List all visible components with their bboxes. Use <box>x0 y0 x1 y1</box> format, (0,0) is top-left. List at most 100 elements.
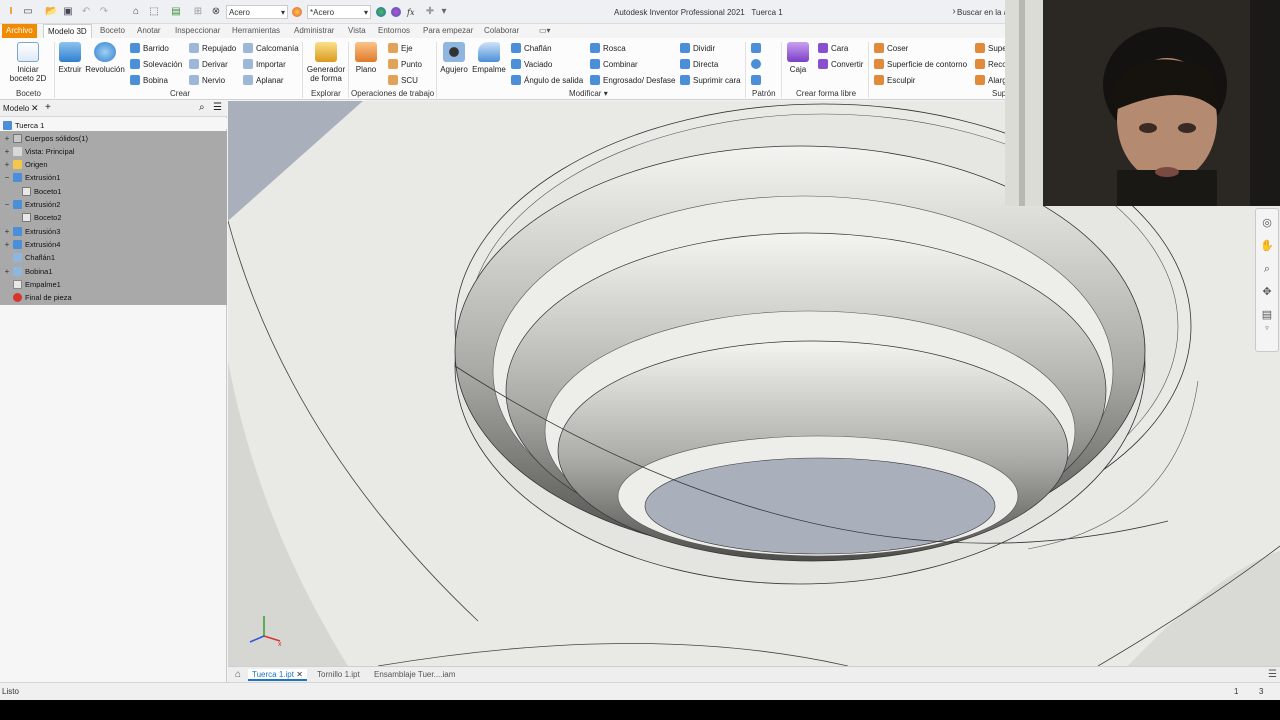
start-sketch-button[interactable]: Iniciar boceto 2D <box>8 40 48 83</box>
surface-button-3[interactable]: Alarg <box>975 75 1007 85</box>
chamfer-button[interactable]: Chaflán <box>511 43 552 53</box>
tree-item-extrusion3[interactable]: + Extrusión3 <box>3 225 60 238</box>
save-icon[interactable]: ▣ <box>62 5 74 19</box>
tree-item-fillet1[interactable]: Empalme1 <box>13 278 61 291</box>
tab-para-empezar[interactable]: Para empezar <box>419 24 477 38</box>
circular-pattern-icon[interactable] <box>751 59 764 69</box>
expand-icon[interactable]: + <box>3 225 11 238</box>
shell-button[interactable]: Vaciado <box>511 59 552 69</box>
surface-button-1[interactable]: Supe <box>975 43 1007 53</box>
doc-tab-tuerca[interactable]: Tuerca 1.ipt ✕ <box>248 669 307 681</box>
point-button[interactable]: Punto <box>388 59 422 69</box>
shape-generator-button[interactable]: Generador de forma <box>305 40 347 83</box>
expand-icon[interactable]: + <box>3 132 11 145</box>
derive-button[interactable]: Derivar <box>189 59 228 69</box>
navbar-options-icon[interactable]: ▿ <box>1256 324 1278 332</box>
measure-icon[interactable]: ⊞ <box>192 5 204 19</box>
stitch-button[interactable]: Coser <box>874 43 908 53</box>
select-icon[interactable]: ⬚ <box>148 5 160 19</box>
sculpt-button[interactable]: Esculpir <box>874 75 915 85</box>
tab-anotar[interactable]: Anotar <box>133 24 165 38</box>
tree-item-extrusion4[interactable]: + Extrusión4 <box>3 238 60 251</box>
parameters-fx-icon[interactable]: fx <box>407 5 414 19</box>
tree-item-chamfer1[interactable]: Chaflán1 <box>13 251 55 264</box>
unwrap-button[interactable]: Aplanar <box>243 75 284 85</box>
combine-button[interactable]: Combinar <box>590 59 638 69</box>
boundary-patch-button[interactable]: Superficie de contorno <box>874 59 967 69</box>
material-dropdown[interactable]: Acero ▾ <box>226 5 288 19</box>
expand-icon[interactable]: + <box>3 238 11 251</box>
color-override-icon[interactable] <box>376 5 386 19</box>
split-button[interactable]: Dividir <box>680 43 715 53</box>
ucs-button[interactable]: SCU <box>388 75 418 85</box>
full-navigation-wheel-icon[interactable]: ◎ <box>1258 214 1276 232</box>
group-modificar-label[interactable]: Modificar ▾ <box>569 89 608 98</box>
hole-button[interactable]: Agujero <box>439 40 469 74</box>
thicken-button[interactable]: Engrosado/ Desfase <box>590 75 676 85</box>
open-file-icon[interactable]: 📂 <box>45 5 57 19</box>
tree-item-boceto1[interactable]: Boceto1 <box>22 185 62 198</box>
import-button[interactable]: Importar <box>243 59 286 69</box>
tree-item-extrusion1[interactable]: − Extrusión1 <box>3 171 60 184</box>
tree-item-view[interactable]: + Vista: Principal <box>3 145 74 158</box>
sweep-button[interactable]: Barrido <box>130 43 169 53</box>
rectangular-pattern-icon[interactable] <box>751 43 764 53</box>
loft-button[interactable]: Solevación <box>130 59 182 69</box>
rib-button[interactable]: Nervio <box>189 75 225 85</box>
mirror-icon[interactable] <box>751 75 764 85</box>
revolve-button[interactable]: Revolución <box>85 40 125 74</box>
delete-face-button[interactable]: Suprimir cara <box>680 75 741 85</box>
doc-tab-ensamblaje[interactable]: Ensamblaje Tuer....iam <box>370 669 459 681</box>
zoom-icon[interactable]: ⌕ <box>1258 260 1276 278</box>
add-icon[interactable]: ✚ <box>424 5 436 19</box>
collapse-icon[interactable]: − <box>3 198 11 211</box>
expand-icon[interactable]: + <box>3 265 11 278</box>
appearance-dropdown[interactable]: *Acero ▾ <box>307 5 371 19</box>
extrude-button[interactable]: Extruir <box>57 40 83 74</box>
search-icon[interactable]: ⌕ <box>199 102 205 113</box>
tree-item-boceto2[interactable]: Boceto2 <box>22 211 62 224</box>
close-icon[interactable]: ✕ <box>296 670 303 679</box>
draft-button[interactable]: Ángulo de salida <box>511 75 583 85</box>
tab-vista[interactable]: Vista <box>344 24 370 38</box>
box-freeform-button[interactable]: Caja <box>786 40 810 74</box>
tab-modelo-3d[interactable]: Modelo 3D <box>43 24 92 38</box>
home-icon[interactable]: ⌂ <box>130 5 142 19</box>
menu-icon[interactable]: ☰ <box>213 102 222 113</box>
redo-icon[interactable]: ↷ <box>98 5 110 19</box>
tab-herramientas[interactable]: Herramientas <box>228 24 284 38</box>
clear-appearance-icon[interactable] <box>391 5 401 19</box>
thread-button[interactable]: Rosca <box>590 43 626 53</box>
look-at-icon[interactable]: ▤ <box>1258 306 1276 324</box>
inventor-logo-icon[interactable]: I <box>5 5 17 19</box>
expand-icon[interactable]: + <box>3 158 11 171</box>
face-freeform-button[interactable]: Cara <box>818 43 848 53</box>
tree-item-coil1[interactable]: + Bobina1 <box>3 265 53 278</box>
ribbon-options-icon[interactable]: ▭▾ <box>535 24 555 38</box>
tab-administrar[interactable]: Administrar <box>290 24 338 38</box>
fillet-button[interactable]: Empalme <box>471 40 507 74</box>
pan-icon[interactable]: ✋ <box>1258 237 1276 255</box>
customize-icon[interactable]: ▾ <box>438 5 450 19</box>
close-icon[interactable]: ✕ <box>31 103 39 114</box>
plane-button[interactable]: Plano <box>352 40 380 74</box>
tree-item-end-of-part[interactable]: Final de pieza <box>13 291 72 304</box>
collapse-icon[interactable]: − <box>3 171 11 184</box>
tab-entornos[interactable]: Entornos <box>374 24 414 38</box>
tab-boceto[interactable]: Boceto <box>96 24 129 38</box>
new-file-icon[interactable]: ▭ <box>22 5 34 19</box>
add-tab-icon[interactable]: + <box>45 102 51 113</box>
tab-colaborar[interactable]: Colaborar <box>480 24 523 38</box>
surface-button-2[interactable]: Reco <box>975 59 1007 69</box>
home-icon[interactable]: ⌂ <box>231 669 245 681</box>
tree-item-solids[interactable]: + Cuerpos sólidos(1) <box>3 132 88 145</box>
doc-tab-tornillo[interactable]: Tornillo 1.ipt <box>313 669 364 681</box>
tab-archivo[interactable]: Archivo <box>2 24 37 38</box>
update-icon[interactable]: ▤ <box>170 5 182 19</box>
expand-icon[interactable]: + <box>3 145 11 158</box>
emboss-button[interactable]: Repujado <box>189 43 236 53</box>
tree-item-extrusion2[interactable]: − Extrusión2 <box>3 198 60 211</box>
orbit-icon[interactable]: ✥ <box>1258 283 1276 301</box>
menu-icon[interactable]: ☰ <box>1264 669 1280 681</box>
search-help-input[interactable]: Buscar en la a <box>957 5 1005 19</box>
